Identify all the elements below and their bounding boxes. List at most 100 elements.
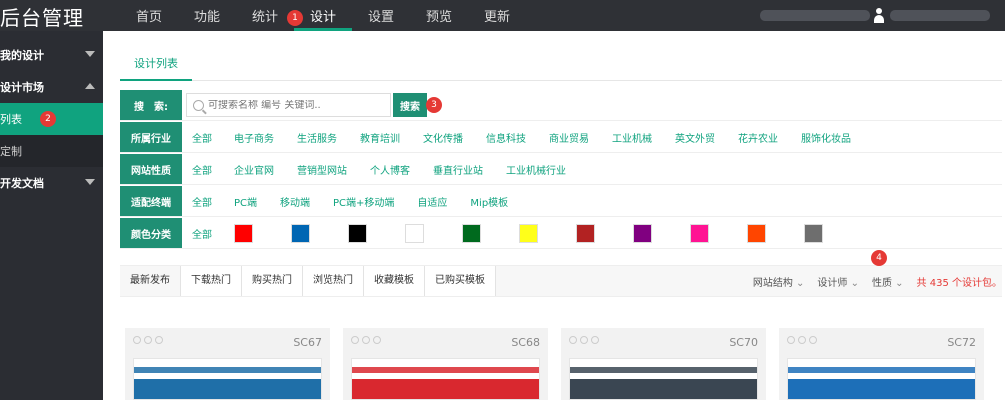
sidebar-item-list[interactable]: 列表 2 <box>0 103 103 135</box>
filter-option[interactable]: 教育培训 <box>360 130 400 145</box>
chevron-up-icon <box>85 83 95 89</box>
filter-option-all[interactable]: 全部 <box>182 130 222 145</box>
dropdown-nature[interactable]: 性质 <box>872 274 904 289</box>
color-swatch[interactable] <box>462 223 481 243</box>
filter-option[interactable]: 花卉农业 <box>738 130 778 145</box>
nav-update[interactable]: 更新 <box>468 0 526 31</box>
nav-features[interactable]: 功能 <box>178 0 236 31</box>
sort-tab-downloads[interactable]: 下载热门 <box>181 266 242 296</box>
nav-preview[interactable]: 预览 <box>410 0 468 31</box>
sidebar: 我的设计 设计市场 列表 2 定制 开发文档 <box>0 31 103 400</box>
app-brand: 后台管理 <box>0 6 84 30</box>
sidebar-item-label: 列表 <box>0 113 22 126</box>
filter-option[interactable]: 工业机械行业 <box>506 162 566 177</box>
search-icon <box>193 99 204 111</box>
user-icon[interactable] <box>874 8 884 24</box>
filter-row-device: 适配终端 全部 PC端 移动端 PC端+移动端 自适应 Mip模板 <box>120 185 1002 217</box>
sort-tab-purchased[interactable]: 已购买模板 <box>425 266 496 296</box>
design-card[interactable]: SC72 <box>779 328 984 400</box>
filter-label: 网站性质 <box>120 154 182 184</box>
step-marker-4: 4 <box>871 250 887 266</box>
filter-option[interactable]: 商业贸易 <box>549 130 589 145</box>
window-dots-icon <box>133 336 173 346</box>
color-swatch[interactable] <box>804 223 823 243</box>
sort-tabs: 最新发布 下载热门 购买热门 浏览热门 收藏模板 已购买模板 <box>120 266 496 296</box>
color-swatch[interactable] <box>405 223 424 243</box>
chevron-down-icon <box>85 179 95 185</box>
filter-label: 所属行业 <box>120 122 182 152</box>
search-button[interactable]: 搜索 <box>393 93 427 117</box>
nav-home[interactable]: 首页 <box>120 0 178 31</box>
window-dots-icon <box>569 336 609 346</box>
filter-option[interactable]: PC端+移动端 <box>333 194 394 209</box>
dropdown-designer[interactable]: 设计师 <box>817 274 859 289</box>
dropdown-site-structure[interactable]: 网站结构 <box>753 274 805 289</box>
design-card[interactable]: SC70 <box>561 328 766 400</box>
color-swatch[interactable] <box>633 223 652 243</box>
thumbnail-header <box>788 367 975 373</box>
sidebar-item-design-market[interactable]: 设计市场 <box>0 71 103 103</box>
design-card[interactable]: SC68 <box>343 328 548 400</box>
blurred-info <box>760 10 870 21</box>
color-swatch[interactable] <box>519 223 538 243</box>
filter-option[interactable]: 电子商务 <box>234 130 274 145</box>
blurred-username <box>890 10 990 21</box>
color-swatch[interactable] <box>348 223 367 243</box>
filter-option[interactable]: 服饰化妆品 <box>801 130 851 145</box>
filter-option[interactable]: 英文外贸 <box>675 130 715 145</box>
sort-tab-views[interactable]: 浏览热门 <box>303 266 364 296</box>
filter-option[interactable]: 生活服务 <box>297 130 337 145</box>
total-count: 共 435 个设计包。 <box>916 277 1002 289</box>
color-swatch[interactable] <box>747 223 766 243</box>
filter-option-all[interactable]: 全部 <box>182 226 222 241</box>
thumbnail-header <box>134 367 321 373</box>
sort-bar: 最新发布 下载热门 购买热门 浏览热门 收藏模板 已购买模板 网站结构 设计师 … <box>120 250 1002 297</box>
sidebar-item-dev-docs[interactable]: 开发文档 <box>0 167 103 199</box>
color-swatch[interactable] <box>291 223 310 243</box>
filter-option-all[interactable]: 全部 <box>182 162 222 177</box>
color-swatch[interactable] <box>690 223 709 243</box>
sidebar-item-label: 我的设计 <box>0 49 44 62</box>
window-dots-icon <box>787 336 827 346</box>
design-code: SC68 <box>511 336 540 349</box>
filter-option[interactable]: 自适应 <box>417 194 447 209</box>
filter-option[interactable]: 移动端 <box>280 194 310 209</box>
filter-option[interactable]: 文化传播 <box>423 130 463 145</box>
design-card-grid: SC67 SC68 SC70 SC72 <box>120 328 1002 400</box>
filter-options: 全部 电子商务 生活服务 教育培训 文化传播 信息科技 商业贸易 工业机械 英文… <box>182 121 874 153</box>
step-marker-1: 1 <box>287 10 303 26</box>
nav-stats[interactable]: 统计 <box>236 0 294 31</box>
sort-tab-newest[interactable]: 最新发布 <box>120 266 181 296</box>
sidebar-item-my-design[interactable]: 我的设计 <box>0 39 103 71</box>
filter-option[interactable]: PC端 <box>234 194 257 209</box>
design-thumbnail <box>787 358 976 400</box>
sort-tab-favorites[interactable]: 收藏模板 <box>364 266 425 296</box>
search-field[interactable] <box>186 93 391 117</box>
design-card[interactable]: SC67 <box>125 328 330 400</box>
sidebar-item-label: 设计市场 <box>0 81 44 94</box>
tab-design-list[interactable]: 设计列表 <box>120 51 192 81</box>
filter-option[interactable]: 信息科技 <box>486 130 526 145</box>
thumbnail-banner <box>570 379 757 399</box>
filter-option[interactable]: 个人博客 <box>370 162 410 177</box>
thumbnail-header <box>352 367 539 373</box>
filter-option[interactable]: Mip模板 <box>470 194 508 209</box>
thumbnail-banner <box>352 379 539 399</box>
filter-option-all[interactable]: 全部 <box>182 194 222 209</box>
filter-option[interactable]: 企业官网 <box>234 162 274 177</box>
filter-row-site-type: 网站性质 全部 企业官网 营销型网站 个人博客 垂直行业站 工业机械行业 <box>120 153 1002 185</box>
filter-option[interactable]: 垂直行业站 <box>433 162 483 177</box>
sort-controls: 网站结构 设计师 性质 共 435 个设计包。 <box>753 266 1002 296</box>
sort-tab-purchases[interactable]: 购买热门 <box>242 266 303 296</box>
design-code: SC67 <box>293 336 322 349</box>
color-swatch[interactable] <box>234 223 253 243</box>
filter-option[interactable]: 营销型网站 <box>297 162 347 177</box>
search-row: 搜 索: 搜索 3 <box>120 89 1002 121</box>
nav-settings[interactable]: 设置 <box>352 0 410 31</box>
sidebar-item-custom[interactable]: 定制 <box>0 135 103 167</box>
search-input[interactable] <box>208 99 388 111</box>
main-content: 设计列表 搜 索: 搜索 3 所属行业 全部 电子商务 生活服务 教育培训 文化… <box>103 31 1005 400</box>
filter-option[interactable]: 工业机械 <box>612 130 652 145</box>
filter-row-color: 颜色分类 全部 <box>120 217 1002 249</box>
color-swatch[interactable] <box>576 223 595 243</box>
